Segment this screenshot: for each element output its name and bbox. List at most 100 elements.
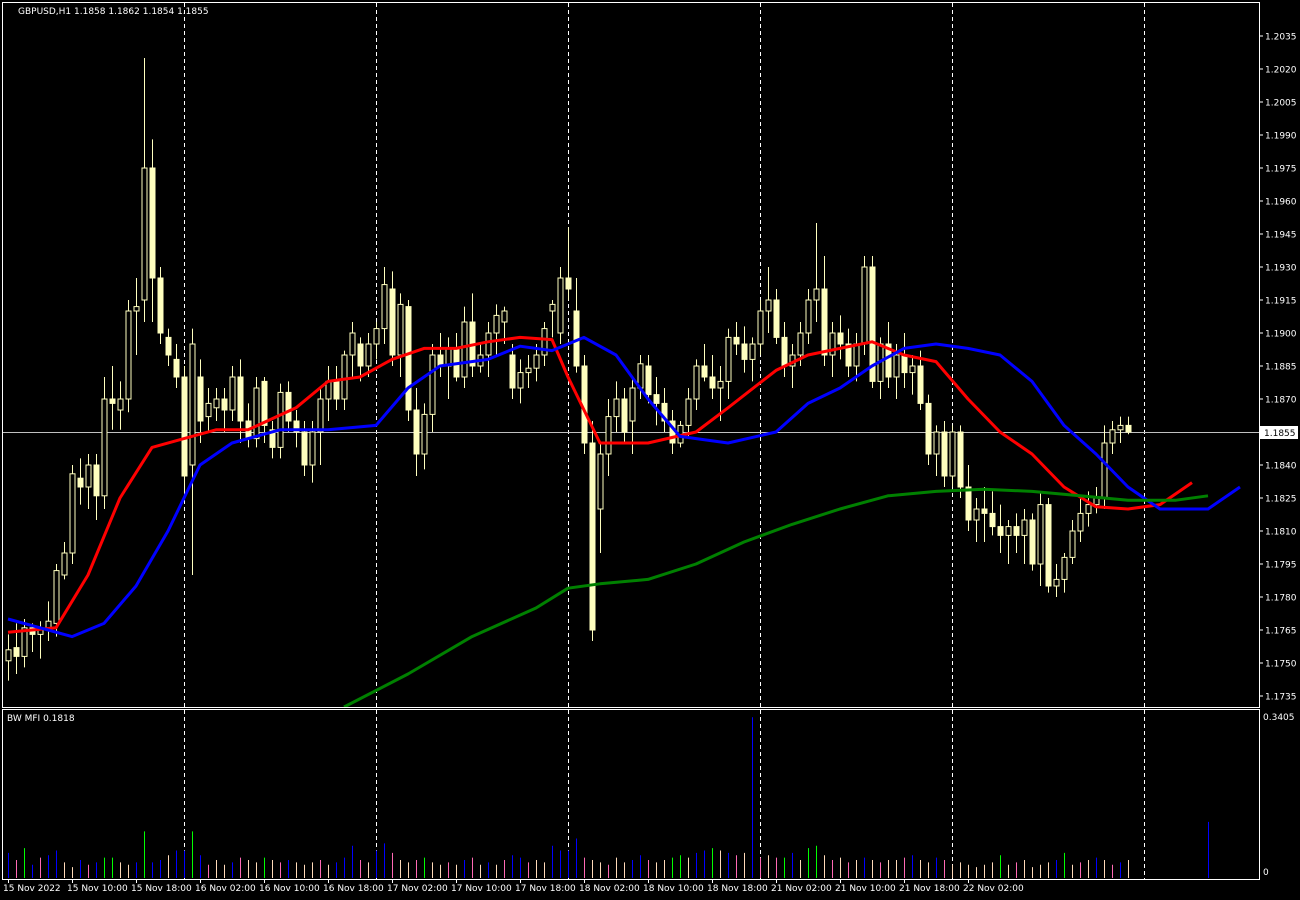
candle-body <box>117 398 124 411</box>
candle-body <box>933 431 940 455</box>
candle-body <box>173 358 180 378</box>
candle-body <box>181 376 188 477</box>
candle-body <box>709 376 716 389</box>
candle-body <box>549 303 556 312</box>
time-label: 18 Nov 18:00 <box>707 884 768 894</box>
candle-body <box>237 376 244 422</box>
candle-body <box>613 398 620 418</box>
chart-title: GBPUSD,H1 1.1858 1.1862 1.1854 1.1855 <box>18 7 209 17</box>
candle-body <box>517 372 524 389</box>
time-label: 22 Nov 02:00 <box>963 884 1024 894</box>
candle-body <box>461 321 468 378</box>
time-label: 16 Nov 18:00 <box>323 884 384 894</box>
candle-body <box>1101 442 1108 499</box>
candle-body <box>653 394 660 404</box>
candle-body <box>405 306 412 411</box>
candle-body <box>189 343 196 466</box>
candle-body <box>1085 504 1092 514</box>
candle-body <box>1125 424 1132 433</box>
candle-body <box>813 288 820 301</box>
candle-body <box>965 486 972 521</box>
candle-body <box>309 431 316 466</box>
candle-body <box>597 453 604 510</box>
price-label: 1.1765 <box>1265 627 1297 637</box>
candle-body <box>1069 530 1076 558</box>
candle-body <box>141 167 148 301</box>
candle-body <box>893 354 900 378</box>
candle-body <box>149 167 156 279</box>
candle-body <box>917 365 924 404</box>
candle-body <box>389 288 396 356</box>
candle-body <box>909 365 916 374</box>
candle-body <box>765 299 772 312</box>
candle-body <box>1053 578 1060 587</box>
candle-body <box>1021 519 1028 536</box>
candle-body <box>1029 519 1036 565</box>
time-label: 15 Nov 18:00 <box>131 884 192 894</box>
current-price-label: 1.1855 <box>1264 429 1296 439</box>
candle-body <box>925 402 932 455</box>
price-label: 1.2035 <box>1265 33 1297 43</box>
price-label: 1.1885 <box>1265 363 1297 373</box>
candle-body <box>773 299 780 338</box>
candle-body <box>381 284 388 330</box>
candle-body <box>629 387 636 422</box>
candle-body <box>1093 497 1100 506</box>
candle-body <box>733 336 740 345</box>
candle-body <box>973 508 980 521</box>
candle-body <box>13 647 20 657</box>
candle-body <box>981 508 988 514</box>
candle-body <box>285 391 292 422</box>
time-label: 15 Nov 2022 <box>3 884 61 894</box>
candle-body <box>501 310 508 323</box>
indicator-zero-label: 0 <box>1263 868 1269 878</box>
candle-body <box>333 380 340 400</box>
price-label: 1.1990 <box>1265 132 1297 142</box>
candle-body <box>1077 512 1084 532</box>
candle-body <box>157 277 164 334</box>
time-label: 17 Nov 02:00 <box>387 884 448 894</box>
time-label: 15 Nov 10:00 <box>67 884 128 894</box>
price-label: 1.2005 <box>1265 99 1297 109</box>
time-label: 18 Nov 02:00 <box>579 884 640 894</box>
price-label: 1.1900 <box>1265 330 1297 340</box>
candle-body <box>725 336 732 382</box>
candle-body <box>1109 429 1116 444</box>
candle-body <box>781 336 788 367</box>
time-label: 18 Nov 10:00 <box>643 884 704 894</box>
candle-body <box>205 402 212 418</box>
candle-body <box>1005 526 1012 536</box>
trading-chart[interactable]: 1.2035 1.2020 1.2005 1.1990 1.1975 1.1960 1.19… <box>0 0 1300 900</box>
candle-body <box>277 391 284 448</box>
candle-body <box>797 332 804 356</box>
candle-body <box>853 343 860 367</box>
candle-body <box>741 343 748 360</box>
price-label: 1.1825 <box>1265 495 1297 505</box>
candle-body <box>5 649 12 662</box>
candle-body <box>589 442 596 631</box>
candle-body <box>197 376 204 422</box>
candle-body <box>69 473 76 554</box>
time-label: 17 Nov 18:00 <box>515 884 576 894</box>
candle-body <box>397 303 404 356</box>
candle-body <box>213 398 220 409</box>
candle-body <box>109 398 116 404</box>
candle-body <box>757 310 764 345</box>
price-label: 1.1930 <box>1265 264 1297 274</box>
candle-body <box>125 310 132 400</box>
candle-body <box>365 343 372 367</box>
candle-body <box>485 332 492 356</box>
candle-body <box>717 380 724 389</box>
candle-body <box>429 354 436 415</box>
candle-body <box>61 552 68 576</box>
candle-body <box>525 367 532 374</box>
candle-body <box>693 365 700 400</box>
time-label: 21 Nov 18:00 <box>899 884 960 894</box>
candle-body <box>1061 556 1068 580</box>
price-label: 1.1840 <box>1265 462 1297 472</box>
candle-body <box>701 365 708 378</box>
candle-body <box>749 343 756 360</box>
candle-body <box>101 398 108 497</box>
candle-body <box>685 398 692 426</box>
price-label: 1.1915 <box>1265 297 1297 307</box>
